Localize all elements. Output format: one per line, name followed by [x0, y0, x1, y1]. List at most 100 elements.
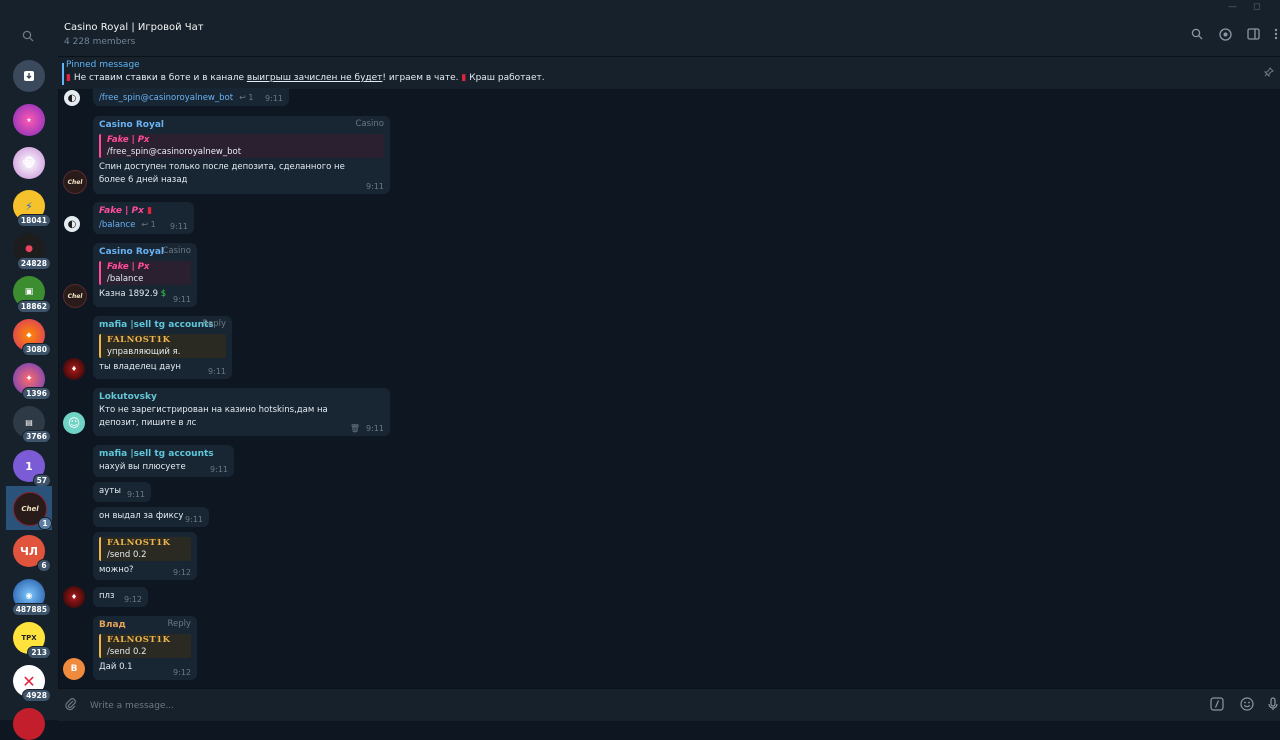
chat-item-213[interactable]: TPX 213: [13, 622, 51, 659]
chat-initials: ЧЛ: [19, 544, 39, 558]
bot-command-link[interactable]: /balance: [99, 220, 135, 230]
chat-item-487885[interactable]: ◉ 487885: [11, 579, 51, 616]
message-bubble[interactable]: mafia |sell tg accounts нахуй вы плюсует…: [93, 445, 234, 477]
maximize-button[interactable]: ◻: [1253, 2, 1260, 12]
avatar[interactable]: Chel: [63, 170, 87, 194]
avatar[interactable]: ◐: [64, 90, 80, 106]
user-avatar-icon: ♦: [70, 593, 78, 601]
trash-icon[interactable]: 🗑: [350, 424, 360, 433]
chat-avatar-icon: ▤: [25, 417, 33, 427]
message-time: 9:12: [173, 568, 191, 577]
message-bubble[interactable]: /free_spin@casinoroyalnew_bot ↩ 1 9:11: [93, 88, 289, 106]
chat-item-one[interactable]: 1 57: [13, 450, 51, 487]
message-bubble[interactable]: Casino Royal Casino Fake | Px /free_spin…: [93, 116, 390, 194]
search-icon[interactable]: [22, 30, 34, 45]
avatar[interactable]: Chel: [63, 284, 87, 308]
chat-item-4928[interactable]: ✕ 4928: [13, 665, 51, 702]
chat-item-3080[interactable]: ◆ 3080: [13, 319, 51, 356]
chat-item-24828[interactable]: ● 24828: [13, 233, 51, 270]
reply-quote[interactable]: FALNOST1K /send 0.2: [99, 634, 191, 658]
chat-avatar-icon: ⚡: [25, 199, 33, 213]
chat-item-partial[interactable]: [13, 708, 45, 740]
message-list[interactable]: ◐ /free_spin@casinoroyalnew_bot ↩ 1 9:11 …: [58, 88, 1280, 688]
user-avatar-icon: ◐: [67, 92, 77, 104]
reply-count[interactable]: ↩ 1: [239, 93, 253, 102]
chat-item-3766[interactable]: ▤ 3766: [13, 406, 51, 443]
reply-icon: ↩: [239, 93, 246, 102]
message-bubble[interactable]: плз 9:12: [93, 587, 148, 607]
reply-quote[interactable]: Fake | Px /balance: [99, 261, 191, 285]
sender-tag: Casino: [355, 119, 384, 129]
unread-badge: 3766: [22, 430, 51, 443]
message-bubble[interactable]: Fake | Px ▮ /balance ↩ 1 9:11: [93, 202, 194, 234]
emoji-icon[interactable]: [1240, 697, 1254, 714]
archive-icon: [24, 71, 34, 81]
avatar[interactable]: ◐: [64, 216, 80, 232]
more-menu-icon[interactable]: [1274, 28, 1278, 43]
minimize-button[interactable]: —: [1228, 2, 1237, 12]
sidebar-toggle-icon[interactable]: [1247, 28, 1260, 43]
message-bubble[interactable]: FALNOST1K /send 0.2 можно? 9:12: [93, 532, 197, 580]
pinned-message-bar[interactable]: Pinned message ▮ Не ставим ставки в боте…: [58, 56, 1280, 89]
unread-badge: 1396: [22, 387, 51, 400]
reply-sender: Fake | Px: [107, 262, 150, 272]
message-time-value: 9:11: [366, 424, 384, 433]
message-time: 9:11: [265, 94, 283, 103]
search-icon[interactable]: [1191, 28, 1203, 43]
reply-count[interactable]: ↩ 1: [141, 220, 155, 229]
sender-name[interactable]: mafia |sell tg accounts: [99, 448, 228, 461]
message-time: 9:11: [127, 490, 145, 499]
pinned-text-before: Не ставим ставки в боте и в канале: [70, 73, 247, 83]
chat-item-chl[interactable]: ЧЛ 6: [13, 535, 51, 572]
message-input[interactable]: [88, 697, 992, 715]
chat-item-18862[interactable]: ▣ 18862: [13, 276, 51, 313]
attach-icon[interactable]: [64, 697, 77, 714]
message-bubble[interactable]: mafia |sell tg accounts Reply FALNOST1K …: [93, 316, 232, 379]
message-text: Казна 1892.9: [99, 289, 158, 299]
casino-logo-icon: Chel: [67, 178, 83, 186]
chat-initial: 1: [25, 459, 33, 473]
chat-onlyfans[interactable]: ★: [13, 104, 45, 136]
message-text: Кто не зарегистрирован на казино hotskin…: [99, 405, 328, 428]
sender-name[interactable]: Casino Royal: [99, 119, 384, 132]
chat-item-1396[interactable]: ✦ 1396: [13, 363, 51, 400]
message-bubble[interactable]: Влад Reply FALNOST1K /send 0.2 Дай 0.1 9…: [93, 616, 197, 680]
message-text: ты владелец даун: [99, 362, 181, 372]
message-bubble[interactable]: Lokutovsky Кто не зарегистрирован на каз…: [93, 388, 390, 436]
sender-name[interactable]: Fake | Px ▮: [99, 205, 188, 218]
unread-badge: 3080: [22, 343, 51, 356]
message-time: 9:11: [185, 515, 203, 524]
reply-sender: FALNOST1K: [107, 538, 171, 548]
chat-header[interactable]: Casino Royal | Игровой Чат 4 228 members: [58, 16, 1280, 56]
casino-logo-icon: Chel: [21, 505, 39, 513]
avatar[interactable]: В: [63, 658, 85, 680]
reply-quote[interactable]: FALNOST1K /send 0.2: [99, 537, 191, 561]
chat-avatar-icon: ▣: [24, 287, 34, 297]
reply-action[interactable]: Reply: [202, 319, 226, 329]
sender-name-text: Fake | Px: [99, 206, 144, 216]
chat-item-18041[interactable]: ⚡ 18041: [13, 190, 51, 227]
avatar[interactable]: ☺: [63, 412, 85, 434]
chat-monkey[interactable]: 🐵: [13, 147, 45, 179]
bot-command-link[interactable]: /free_spin@casinoroyalnew_bot: [99, 93, 233, 103]
user-avatar-icon: ◐: [67, 218, 77, 230]
microphone-icon[interactable]: [1268, 697, 1278, 714]
reply-quote[interactable]: FALNOST1K управляющий я.: [99, 334, 226, 358]
message-time: 9:11: [170, 222, 188, 231]
reply-quote[interactable]: Fake | Px /free_spin@casinoroyalnew_bot: [99, 134, 384, 158]
chat-avatar-icon: ◆: [26, 331, 32, 339]
pin-icon[interactable]: [1263, 67, 1274, 80]
sender-name[interactable]: Lokutovsky: [99, 391, 384, 404]
message-bubble[interactable]: Casino Royal Casino Fake | Px /balance К…: [93, 243, 197, 307]
pinned-text: ▮ Не ставим ставки в боте и в канале выи…: [66, 73, 545, 83]
reply-action[interactable]: Reply: [167, 619, 191, 629]
shield-icon[interactable]: [1219, 28, 1232, 44]
gift-icon: ▮: [147, 206, 153, 216]
archive-chat[interactable]: [13, 60, 45, 92]
chat-item-casino-royal[interactable]: Chel 1: [13, 492, 52, 530]
avatar[interactable]: ♦: [63, 358, 85, 380]
message-bubble[interactable]: он выдал за фиксу 9:11: [93, 507, 209, 527]
avatar[interactable]: ♦: [63, 586, 85, 608]
bot-commands-icon[interactable]: [1210, 697, 1224, 714]
message-bubble[interactable]: ауты 9:11: [93, 482, 151, 502]
